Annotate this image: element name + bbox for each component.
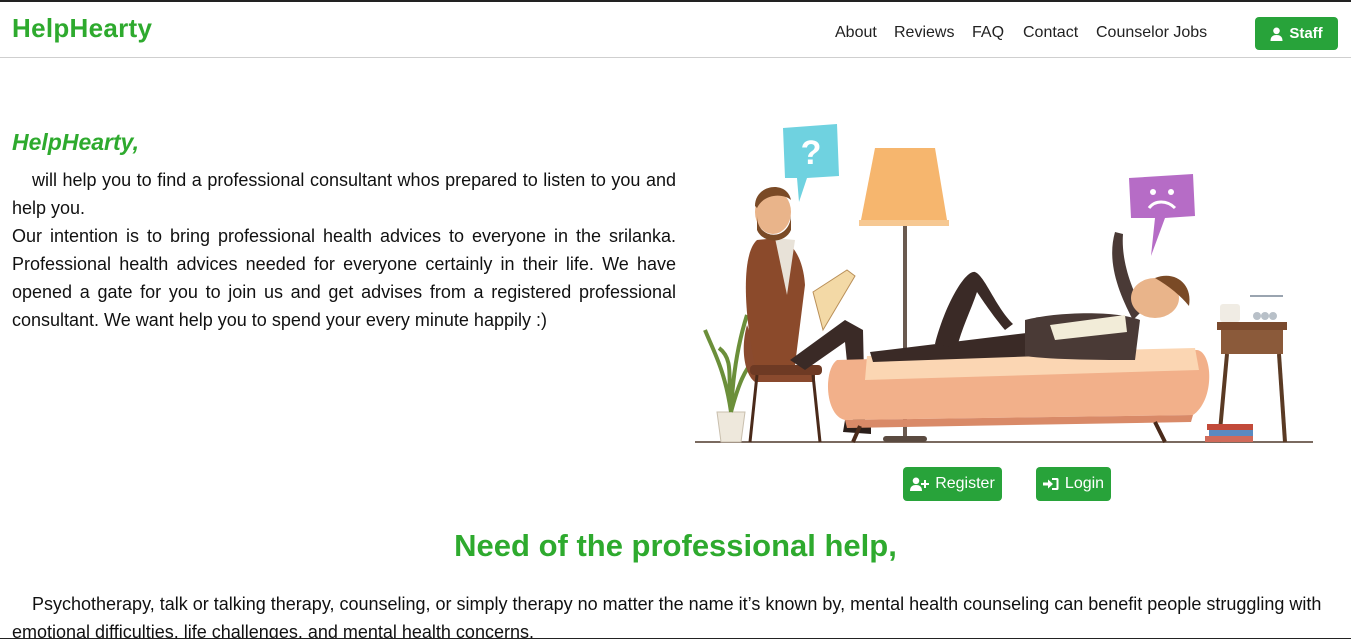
register-button-label: Register: [935, 475, 995, 492]
intro-title: HelpHearty,: [12, 129, 139, 155]
section-heading: Need of the professional help,: [454, 528, 897, 563]
intro-paragraph-1: will help you to find a professional con…: [12, 170, 676, 218]
staff-button[interactable]: Staff: [1255, 17, 1338, 50]
staff-button-label: Staff: [1289, 25, 1323, 42]
user-plus-icon: [910, 477, 930, 491]
register-button[interactable]: Register: [903, 467, 1002, 501]
nav-link-faq[interactable]: FAQ: [972, 24, 1004, 42]
intro-paragraph-2: Our intention is to bring professional h…: [12, 226, 676, 330]
user-icon: [1270, 27, 1283, 41]
top-navbar: HelpHearty About Reviews FAQ Contact Cou…: [0, 2, 1351, 58]
therapy-session-illustration: ?: [695, 120, 1315, 450]
login-button-label: Login: [1064, 475, 1105, 492]
nav-link-about[interactable]: About: [835, 24, 877, 42]
login-button[interactable]: Login: [1036, 467, 1111, 501]
nav-link-contact[interactable]: Contact: [1023, 24, 1078, 42]
nav-link-reviews[interactable]: Reviews: [894, 24, 954, 42]
brand-logo[interactable]: HelpHearty: [12, 13, 152, 44]
nav-link-counselor-jobs[interactable]: Counselor Jobs: [1096, 24, 1207, 42]
svg-text:?: ?: [801, 134, 822, 172]
intro-text: will help you to find a professional con…: [12, 166, 676, 334]
section-text: Psychotherapy, talk or talking therapy, …: [12, 594, 1322, 639]
sign-in-icon: [1042, 477, 1059, 491]
